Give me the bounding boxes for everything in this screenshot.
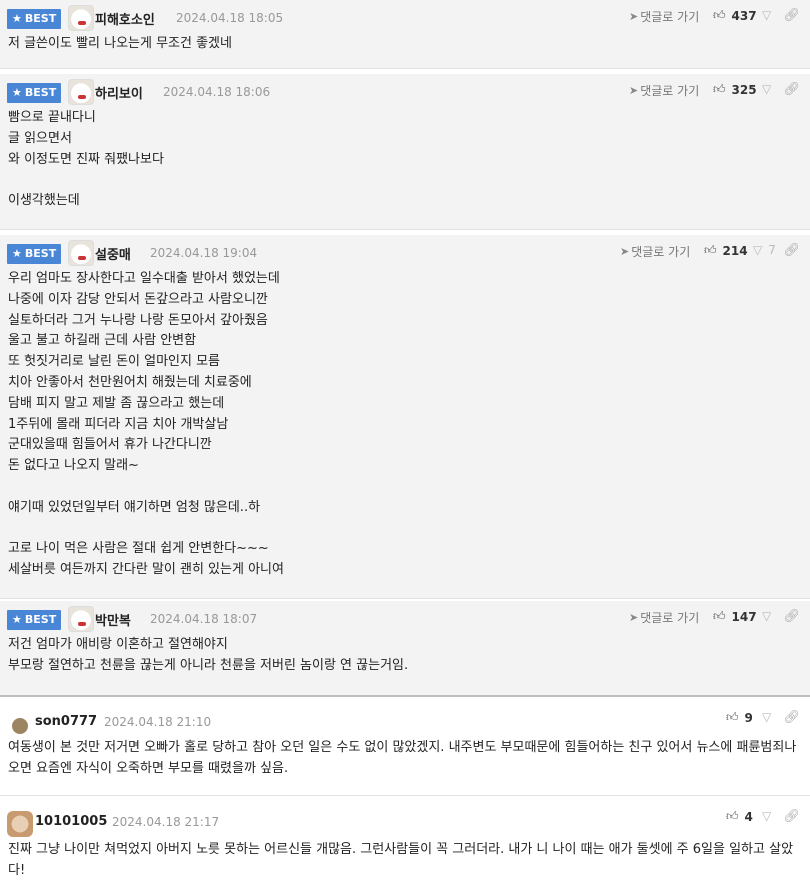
- avatar[interactable]: [68, 5, 94, 31]
- comment-date: 2024.04.18 18:05: [176, 11, 284, 25]
- link-icon[interactable]: 🔗︎: [783, 809, 800, 824]
- thumbs-down-icon: ▽: [762, 82, 772, 96]
- comment: son0777 2024.04.18 21:10 👍︎ 9 ▽ 🔗︎ 여동생이 본…: [0, 702, 810, 796]
- downvote-button[interactable]: ▽: [762, 82, 771, 96]
- arrow-icon: ➤: [629, 84, 639, 97]
- link-icon[interactable]: 🔗︎: [783, 710, 800, 725]
- reply-link[interactable]: ➤ 댓글로 가기: [620, 243, 690, 260]
- star-icon: ★: [12, 613, 22, 626]
- comment-date: 2024.04.18 21:10: [104, 715, 212, 729]
- comment: 10101005 2024.04.18 21:17 👍︎ 4 ▽ 🔗︎ 진짜 그냥…: [0, 801, 810, 895]
- thumbs-down-icon: ▽: [762, 710, 772, 724]
- nickname[interactable]: 박만복: [95, 610, 131, 629]
- thumbs-down-icon: ▽: [753, 243, 763, 257]
- avatar[interactable]: [68, 79, 94, 105]
- avatar[interactable]: [12, 718, 28, 734]
- thumbs-up-icon: 👍︎: [713, 82, 726, 96]
- arrow-icon: ➤: [629, 611, 639, 624]
- link-icon[interactable]: 🔗︎: [783, 243, 800, 258]
- reply-link[interactable]: ➤ 댓글로 가기: [629, 82, 699, 99]
- upvote-button[interactable]: 👍︎ 325: [713, 82, 757, 97]
- avatar[interactable]: [68, 240, 94, 266]
- comment-body: 진짜 그냥 나이만 쳐먹었지 아버지 노릇 못하는 어르신들 개많음. 그런사람…: [8, 842, 794, 878]
- downvote-button[interactable]: ▽ 7: [753, 243, 776, 257]
- comment-body: 저 글쓴이도 빨리 나오는게 무조건 좋겠네: [8, 36, 232, 51]
- comment-body: 빰으로 끝내다니 글 읽으면서 와 이정도면 진짜 줘팼나보다 이생각했는데: [8, 110, 164, 209]
- best-badge: ★ BEST: [7, 244, 62, 264]
- avatar[interactable]: [68, 606, 94, 632]
- nickname[interactable]: 10101005: [35, 814, 107, 829]
- best-badge: ★ BEST: [7, 9, 62, 29]
- link-icon[interactable]: 🔗︎: [783, 8, 800, 23]
- nickname[interactable]: 피해호소인: [95, 9, 155, 28]
- thumbs-up-icon: 👍︎: [713, 8, 726, 22]
- thumbs-down-icon: ▽: [762, 609, 772, 623]
- downvote-button[interactable]: ▽: [762, 609, 771, 623]
- nickname[interactable]: 하리보이: [95, 83, 143, 102]
- arrow-icon: ➤: [620, 245, 630, 258]
- thumbs-up-icon: 👍︎: [726, 809, 739, 823]
- best-badge: ★ BEST: [7, 610, 62, 630]
- upvote-button[interactable]: 👍︎ 4: [726, 809, 753, 824]
- best-comment: ★ BEST 피해호소인 2024.04.18 18:05 ➤ 댓글로 가기 👍︎ 4…: [0, 0, 810, 69]
- upvote-button[interactable]: 👍︎ 9: [726, 710, 753, 725]
- avatar[interactable]: [7, 811, 33, 837]
- comment-body: 저건 엄마가 애비랑 이혼하고 절연해야지 부모랑 절연하고 천륜을 끊는게 아…: [8, 637, 409, 673]
- thumbs-up-icon: 👍︎: [704, 243, 717, 257]
- thumbs-down-icon: ▽: [762, 8, 772, 22]
- best-comment: ★ BEST 하리보이 2024.04.18 18:06 ➤ 댓글로 가기 👍︎ 32…: [0, 74, 810, 230]
- comment-date: 2024.04.18 18:07: [150, 612, 258, 626]
- reply-link[interactable]: ➤ 댓글로 가기: [629, 609, 699, 626]
- comment-date: 2024.04.18 18:06: [163, 85, 271, 99]
- thumbs-up-icon: 👍︎: [726, 710, 739, 724]
- upvote-button[interactable]: 👍︎ 437: [713, 8, 757, 23]
- upvote-button[interactable]: 👍︎ 214: [704, 243, 748, 258]
- best-comment: ★ BEST 박만복 2024.04.18 18:07 ➤ 댓글로 가기 👍︎ 147…: [0, 601, 810, 697]
- downvote-button[interactable]: ▽: [762, 710, 771, 724]
- downvote-button[interactable]: ▽: [762, 809, 771, 823]
- comment-body: 우리 엄마도 장사한다고 일수대출 받아서 했었는데 나중에 이자 감당 안되서…: [8, 271, 284, 578]
- comment-body: 여동생이 본 것만 저거면 오빠가 홀로 당하고 참아 오던 일은 수도 없이 …: [8, 740, 797, 776]
- thumbs-up-icon: 👍︎: [713, 609, 726, 623]
- star-icon: ★: [12, 86, 22, 99]
- comment-date: 2024.04.18 19:04: [150, 246, 258, 260]
- star-icon: ★: [12, 12, 22, 25]
- nickname[interactable]: son0777: [35, 714, 97, 729]
- comment-date: 2024.04.18 21:17: [112, 815, 220, 829]
- nickname[interactable]: 설중매: [95, 244, 131, 263]
- upvote-button[interactable]: 👍︎ 147: [713, 609, 757, 624]
- downvote-button[interactable]: ▽: [762, 8, 771, 22]
- arrow-icon: ➤: [629, 10, 639, 23]
- reply-link[interactable]: ➤ 댓글로 가기: [629, 8, 699, 25]
- link-icon[interactable]: 🔗︎: [783, 609, 800, 624]
- thumbs-down-icon: ▽: [762, 809, 772, 823]
- best-comment: ★ BEST 설중매 2024.04.18 19:04 ➤ 댓글로 가기 👍︎ 214…: [0, 235, 810, 599]
- link-icon[interactable]: 🔗︎: [783, 82, 800, 97]
- star-icon: ★: [12, 247, 22, 260]
- best-badge: ★ BEST: [7, 83, 62, 103]
